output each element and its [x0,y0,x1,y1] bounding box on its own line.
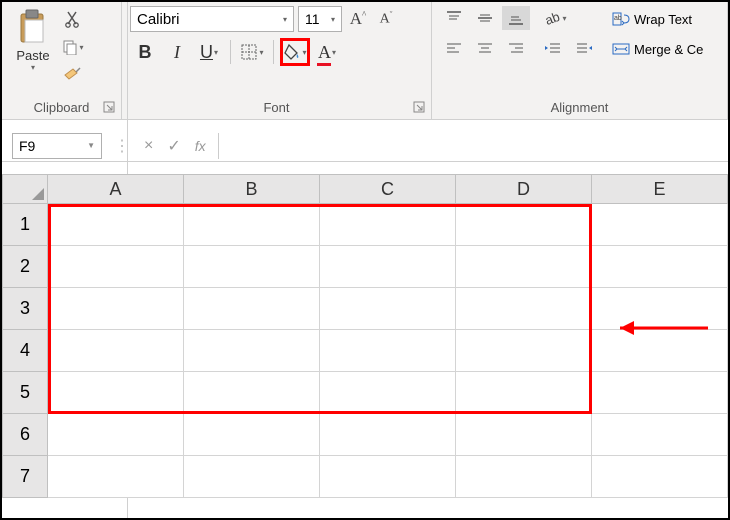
format-painter-button[interactable] [60,64,86,86]
svg-text:ab: ab [544,9,562,27]
column-header[interactable]: E [592,174,728,204]
cell[interactable] [592,456,728,498]
enter-formula-icon[interactable]: ✓ [167,136,180,156]
column-header[interactable]: B [184,174,320,204]
fx-icon[interactable]: fx [195,138,206,154]
align-left-button[interactable] [440,36,468,60]
chevron-down-icon[interactable]: ▾ [31,63,35,72]
cell[interactable] [184,414,320,456]
alignment-group-label: Alignment [440,98,719,117]
cancel-formula-icon[interactable]: × [144,137,153,155]
cell[interactable] [48,330,184,372]
formula-bar[interactable] [218,133,728,159]
cell[interactable] [592,246,728,288]
row-header[interactable]: 7 [2,456,48,498]
align-bottom-button[interactable] [502,6,530,30]
cell[interactable] [320,414,456,456]
cell[interactable] [456,330,592,372]
arrow-annotation [600,316,710,340]
cell[interactable] [456,372,592,414]
bold-button[interactable]: B [130,38,160,66]
cell[interactable] [320,204,456,246]
underline-button[interactable]: U▾ [194,38,224,66]
clipboard-group: Paste ▾ ▾ Clipboard [2,2,122,119]
font-name-selector[interactable]: Calibri▾ [130,6,294,32]
formula-bar-row: F9▼ ⋮ × ✓ fx [2,130,728,162]
merge-center-button[interactable]: Merge & Ce [612,36,703,62]
align-right-button[interactable] [502,36,530,60]
font-size-selector[interactable]: 11▾ [298,6,342,32]
cell[interactable] [592,372,728,414]
cell[interactable] [184,246,320,288]
dialog-launcher-icon[interactable] [413,101,427,115]
cut-button[interactable] [60,8,86,30]
dialog-launcher-icon[interactable] [103,101,117,115]
cell[interactable] [592,204,728,246]
cell[interactable] [48,456,184,498]
copy-button[interactable]: ▾ [60,36,86,58]
row-header[interactable]: 5 [2,372,48,414]
cell[interactable] [48,288,184,330]
align-top-button[interactable] [440,6,468,30]
row-header[interactable]: 6 [2,414,48,456]
cell[interactable] [456,204,592,246]
font-group: Calibri▾ 11▾ A^ Aˇ B I U▾ ▾ ▾ A▾ Font [122,2,432,119]
cell[interactable] [456,414,592,456]
fill-color-button[interactable]: ▾ [280,38,310,66]
font-color-button[interactable]: A▾ [312,38,342,66]
cell[interactable] [456,288,592,330]
paste-label[interactable]: Paste [16,48,49,63]
align-center-button[interactable] [471,36,499,60]
decrease-font-button[interactable]: Aˇ [374,10,398,28]
cell[interactable] [184,456,320,498]
cell[interactable] [184,372,320,414]
cell[interactable] [48,246,184,288]
name-box[interactable]: F9▼ [12,133,102,159]
column-header[interactable]: C [320,174,456,204]
align-middle-button[interactable] [471,6,499,30]
cell[interactable] [320,246,456,288]
row-header[interactable]: 1 [2,204,48,246]
increase-indent-button[interactable] [570,36,598,60]
italic-button[interactable]: I [162,38,192,66]
font-group-label: Font [130,98,423,117]
cell[interactable] [320,288,456,330]
row-header[interactable]: 2 [2,246,48,288]
select-all-corner[interactable] [2,174,48,204]
column-header[interactable]: D [456,174,592,204]
cell[interactable] [320,456,456,498]
cell[interactable] [456,246,592,288]
cell[interactable] [592,414,728,456]
cell[interactable] [184,204,320,246]
paste-icon[interactable] [15,6,51,48]
cell[interactable] [48,372,184,414]
row-header[interactable]: 4 [2,330,48,372]
cell[interactable] [456,456,592,498]
cell[interactable] [320,372,456,414]
orientation-button[interactable]: ab▾ [541,6,569,30]
increase-font-button[interactable]: A^ [346,9,370,29]
wrap-text-button[interactable]: abWrap Text [612,6,703,32]
cell[interactable] [184,330,320,372]
alignment-group: ab▾ abWrap Text Merge & Ce Alignment [432,2,728,119]
svg-text:ab: ab [614,15,622,22]
cell[interactable] [48,204,184,246]
cell[interactable] [48,414,184,456]
column-header[interactable]: A [48,174,184,204]
cell[interactable] [184,288,320,330]
borders-button[interactable]: ▾ [237,38,267,66]
decrease-indent-button[interactable] [539,36,567,60]
cell[interactable] [320,330,456,372]
clipboard-group-label: Clipboard [10,98,113,117]
row-header[interactable]: 3 [2,288,48,330]
